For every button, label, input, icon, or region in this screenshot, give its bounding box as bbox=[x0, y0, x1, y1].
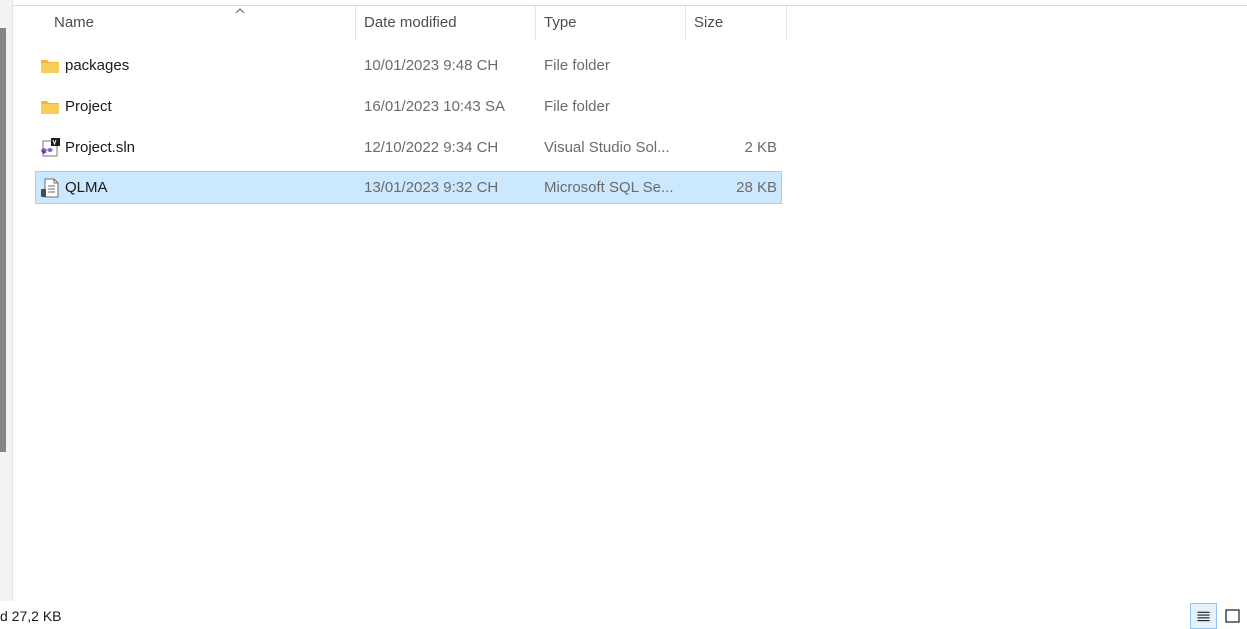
file-date-modified: 16/01/2023 10:43 SA bbox=[364, 98, 505, 115]
large-icons-view-icon bbox=[1225, 609, 1240, 623]
file-explorer-window: Name Date modified Type Size packages 10… bbox=[0, 0, 1247, 629]
sort-ascending-icon bbox=[235, 8, 245, 14]
details-view-button[interactable] bbox=[1190, 603, 1217, 629]
file-type: Microsoft SQL Se... bbox=[544, 179, 674, 196]
column-header-size-label: Size bbox=[694, 14, 724, 31]
folder-icon bbox=[41, 101, 59, 114]
column-header-size[interactable]: Size bbox=[686, 6, 787, 40]
file-date-modified: 13/01/2023 9:32 CH bbox=[364, 179, 499, 196]
status-bar-selection-info: d 27,2 KB bbox=[0, 608, 62, 624]
file-name: Project bbox=[65, 98, 112, 115]
file-size bbox=[686, 91, 777, 122]
file-row[interactable]: Project.sln 12/10/2022 9:34 CH Visual St… bbox=[35, 131, 782, 164]
file-size bbox=[686, 50, 777, 81]
file-type: File folder bbox=[544, 98, 610, 115]
file-row[interactable]: QLMA 13/01/2023 9:32 CH Microsoft SQL Se… bbox=[35, 171, 782, 204]
file-date-modified: 12/10/2022 9:34 CH bbox=[364, 139, 499, 156]
column-header-name[interactable]: Name bbox=[46, 6, 356, 40]
column-header-date[interactable]: Date modified bbox=[356, 6, 536, 40]
column-header-date-label: Date modified bbox=[364, 14, 457, 31]
column-separator[interactable] bbox=[786, 6, 787, 40]
file-row[interactable]: Project 16/01/2023 10:43 SA File folder bbox=[35, 90, 782, 123]
file-type: Visual Studio Sol... bbox=[544, 139, 670, 156]
column-header-name-label: Name bbox=[54, 14, 95, 31]
column-header-type-label: Type bbox=[544, 14, 577, 31]
file-type: File folder bbox=[544, 57, 610, 74]
file-name: packages bbox=[65, 57, 130, 74]
navigation-pane-edge bbox=[0, 0, 13, 601]
file-size: 28 KB bbox=[736, 179, 777, 196]
sql-script-icon bbox=[41, 178, 59, 198]
file-row[interactable]: packages 10/01/2023 9:48 CH File folder bbox=[35, 49, 782, 82]
file-name: QLMA bbox=[65, 179, 108, 196]
folder-icon bbox=[41, 60, 59, 73]
file-date-modified: 10/01/2023 9:48 CH bbox=[364, 57, 499, 74]
visual-studio-solution-icon bbox=[41, 138, 60, 157]
details-view-icon bbox=[1197, 611, 1210, 622]
navigation-scrollbar-thumb[interactable] bbox=[0, 28, 6, 452]
file-size: 2 KB bbox=[744, 139, 777, 156]
file-name: Project.sln bbox=[65, 139, 136, 156]
column-header-bar: Name Date modified Type Size bbox=[12, 6, 788, 40]
large-icons-view-button[interactable] bbox=[1222, 603, 1244, 629]
column-header-type[interactable]: Type bbox=[536, 6, 686, 40]
